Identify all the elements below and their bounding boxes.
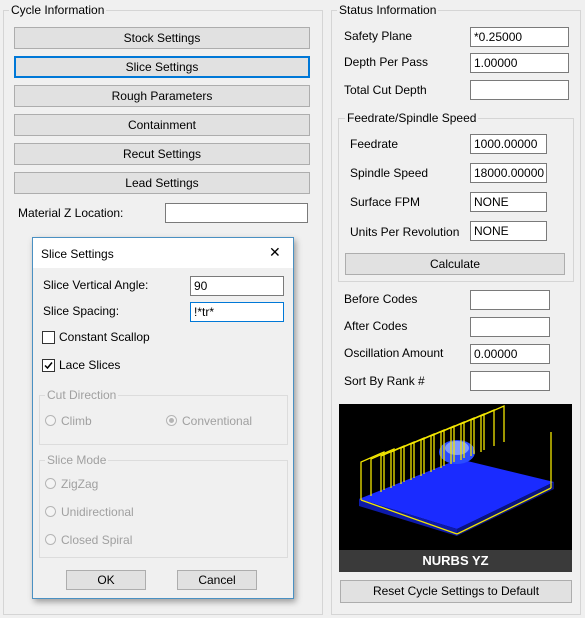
status-information-title: Status Information: [337, 3, 439, 17]
units-per-revolution-label: Units Per Revolution: [350, 225, 460, 239]
material-z-label: Material Z Location:: [18, 206, 124, 220]
lace-slices-checkbox[interactable]: [42, 359, 55, 372]
total-cut-depth-label: Total Cut Depth: [344, 83, 427, 97]
constant-scallop-label: Constant Scallop: [59, 330, 150, 344]
conventional-label: Conventional: [182, 414, 253, 428]
checkmark-icon: [44, 362, 53, 370]
stock-settings-button[interactable]: Stock Settings: [14, 27, 310, 49]
material-z-input[interactable]: [165, 203, 308, 223]
after-codes-input[interactable]: [470, 317, 550, 337]
constant-scallop-checkbox[interactable]: [42, 331, 55, 344]
slice-mode-title: Slice Mode: [45, 453, 109, 467]
zigzag-radio[interactable]: [45, 478, 56, 489]
feedrate-label: Feedrate: [350, 137, 399, 151]
cancel-button[interactable]: Cancel: [177, 570, 257, 590]
ok-button[interactable]: OK: [66, 570, 146, 590]
zigzag-label: ZigZag: [61, 477, 99, 491]
climb-radio[interactable]: [45, 415, 56, 426]
surface-fpm-label: Surface FPM: [350, 195, 421, 209]
safety-plane-input[interactable]: *0.25000: [470, 27, 569, 47]
feed-spindle-title: Feedrate/Spindle Speed: [345, 111, 479, 125]
closed-spiral-radio[interactable]: [45, 534, 56, 545]
unidirectional-radio[interactable]: [45, 506, 56, 517]
sort-by-rank-input[interactable]: [470, 371, 550, 391]
closed-spiral-label: Closed Spiral: [61, 533, 133, 547]
calculate-button[interactable]: Calculate: [345, 253, 565, 275]
slice-vertical-angle-input[interactable]: 90: [190, 276, 284, 296]
rough-parameters-button[interactable]: Rough Parameters: [14, 85, 310, 107]
surface-fpm-input[interactable]: NONE: [470, 192, 547, 212]
slice-vertical-angle-label: Slice Vertical Angle:: [43, 278, 149, 292]
cut-direction-title: Cut Direction: [45, 388, 119, 402]
toolpath-preview-image: NURBS YZ: [339, 404, 572, 572]
after-codes-label: After Codes: [344, 319, 408, 333]
slice-spacing-input[interactable]: !*tr*: [190, 302, 284, 322]
depth-per-pass-input[interactable]: 1.00000: [470, 53, 569, 73]
before-codes-label: Before Codes: [344, 292, 418, 306]
lead-settings-button[interactable]: Lead Settings: [14, 172, 310, 194]
containment-button[interactable]: Containment: [14, 114, 310, 136]
lace-slices-label: Lace Slices: [59, 358, 121, 372]
slice-spacing-label: Slice Spacing:: [43, 304, 120, 318]
slice-settings-dialog: Slice Settings ✕ Slice Vertical Angle: 9…: [32, 237, 294, 599]
climb-label: Climb: [61, 414, 92, 428]
total-cut-depth-input[interactable]: [470, 80, 569, 100]
dialog-title: Slice Settings: [41, 247, 114, 261]
safety-plane-label: Safety Plane: [344, 29, 413, 43]
sort-by-rank-label: Sort By Rank #: [344, 374, 425, 388]
depth-per-pass-label: Depth Per Pass: [344, 55, 429, 69]
oscillation-amount-label: Oscillation Amount: [344, 346, 444, 360]
slice-settings-button[interactable]: Slice Settings: [14, 56, 310, 78]
before-codes-input[interactable]: [470, 290, 550, 310]
spindle-speed-input[interactable]: 18000.00000: [470, 163, 547, 183]
spindle-speed-label: Spindle Speed: [350, 166, 429, 180]
nurbs-yz-toolpath-icon: [359, 405, 554, 536]
feedrate-input[interactable]: 1000.00000: [470, 134, 547, 154]
units-per-revolution-input[interactable]: NONE: [470, 221, 547, 241]
unidirectional-label: Unidirectional: [61, 505, 134, 519]
close-icon[interactable]: ✕: [269, 244, 281, 261]
preview-caption: NURBS YZ: [339, 550, 572, 572]
cycle-information-title: Cycle Information: [9, 3, 107, 17]
recut-settings-button[interactable]: Recut Settings: [14, 143, 310, 165]
reset-cycle-settings-button[interactable]: Reset Cycle Settings to Default: [340, 580, 572, 603]
conventional-radio[interactable]: [166, 415, 177, 426]
oscillation-amount-input[interactable]: 0.00000: [470, 344, 550, 364]
